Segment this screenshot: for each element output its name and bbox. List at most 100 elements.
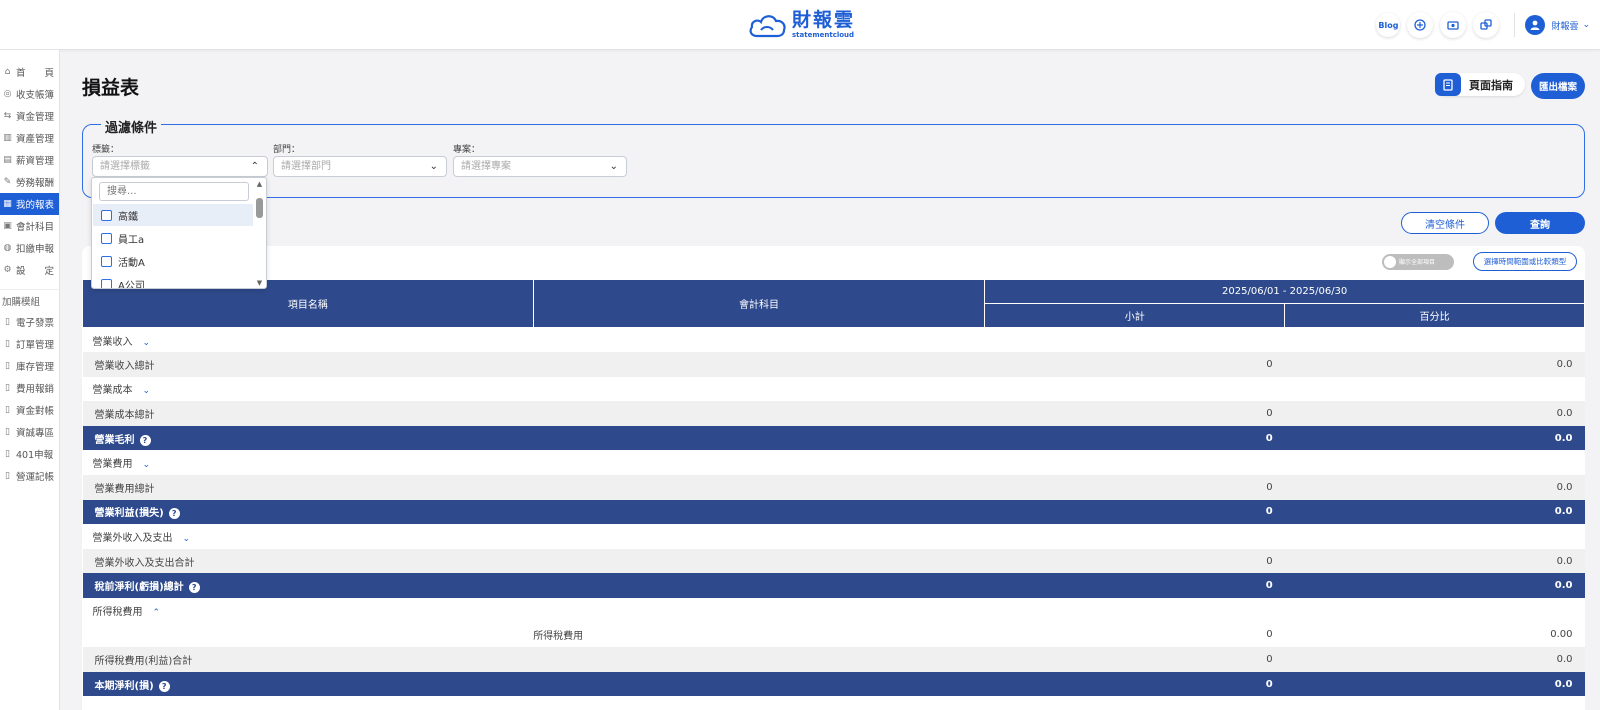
scroll-thumb[interactable] — [256, 198, 263, 218]
sidebar-item[interactable]: ◍ 扣繳申報 — [0, 237, 59, 259]
department-select[interactable]: 請選擇部門 ⌄ — [273, 156, 447, 177]
percent-cell: 0.0 — [1284, 548, 1585, 574]
account-cell: 所得稅費用 — [533, 622, 985, 648]
top-bar: 財報雲 statementcloud Blog 財報雲 ⌄ — [0, 0, 1600, 50]
sidebar-item[interactable]: ▣ 會計科目 — [0, 215, 59, 237]
chevron-down-icon[interactable]: ⌄ — [143, 386, 151, 396]
checkbox[interactable] — [101, 255, 112, 267]
report-row[interactable]: 營業外收入及支出 ⌄ — [82, 524, 1585, 549]
subtotal-cell: 0 — [984, 425, 1285, 451]
addon-item[interactable]: ▯ 資金對帳 — [0, 399, 59, 421]
chevron-down-icon[interactable]: ⌄ — [143, 338, 151, 348]
addon-item-label: 庫存管理 — [16, 362, 55, 373]
help-icon[interactable]: ? — [139, 434, 151, 446]
chevron-down-icon: ⌄ — [1582, 20, 1590, 30]
query-button[interactable]: 查詢 — [1495, 212, 1585, 234]
report-row[interactable]: 營業費用 ⌄ — [82, 450, 1585, 476]
toggle-knob — [1384, 256, 1396, 268]
account-name: 所得稅費用 — [533, 631, 584, 643]
user-name: 財報雲 — [1551, 21, 1579, 32]
tag-select[interactable]: 請選擇標籤 ⌃ — [92, 156, 268, 177]
report-icon: ▦ — [3, 199, 12, 209]
addon-item[interactable]: ▯ 資誠專區 — [0, 421, 59, 443]
tag-option[interactable]: 高鐵 — [93, 204, 253, 226]
help-icon[interactable]: ? — [168, 508, 180, 520]
percent-cell: 0.0 — [1284, 671, 1585, 697]
sidebar-item-label: 勞務報酬 — [16, 178, 55, 189]
addon-item[interactable]: ▯ 訂單管理 — [0, 333, 59, 355]
account-cell — [533, 376, 985, 402]
item-name-cell: 營業利益(損失)? — [82, 499, 534, 525]
scroll-up-icon[interactable]: ▲ — [255, 180, 264, 188]
addon-item[interactable]: ▯ 電子發票 — [0, 311, 59, 333]
module-icon: ▯ — [5, 405, 10, 415]
dropdown-search-input[interactable]: 搜尋... — [99, 182, 249, 201]
subtotal-cell — [984, 524, 1285, 549]
account-cell — [533, 598, 985, 623]
chevron-down-icon[interactable]: ⌄ — [183, 534, 191, 544]
user-menu[interactable]: 財報雲 ⌄ — [1514, 13, 1600, 37]
item-name-cell: 所得稅費用(利益)合計 — [82, 647, 534, 672]
account-cell — [533, 671, 985, 697]
tag-option[interactable]: A公司 — [93, 273, 253, 288]
sidebar-item-label: 首 頁 — [16, 68, 55, 79]
help-icon[interactable]: ? — [188, 582, 200, 594]
addon-item[interactable]: ▯ 庫存管理 — [0, 355, 59, 377]
tag-option-label: 員工a — [118, 234, 145, 246]
percent-cell — [1284, 376, 1585, 402]
date-range-button[interactable]: 選擇時間範圍或比較類型 — [1473, 252, 1577, 271]
chevron-down-icon[interactable]: ⌄ — [143, 460, 151, 470]
logo-name: 財報雲 — [792, 9, 856, 31]
sidebar-item[interactable]: ▤ 薪資管理 — [0, 149, 59, 171]
dropdown-scrollbar[interactable]: ▲ ▼ — [255, 180, 264, 287]
report-row[interactable]: 營業成本 ⌄ — [82, 376, 1585, 402]
help-icon[interactable]: ? — [158, 680, 170, 692]
report-row[interactable]: 營業收入 ⌄ — [82, 327, 1585, 353]
checkbox[interactable] — [101, 278, 112, 288]
page-guide-button[interactable]: 頁面指南 — [1435, 73, 1525, 96]
sidebar-item[interactable]: ▦ 我的報表 — [0, 193, 59, 215]
addon-item-label: 費用報銷 — [16, 384, 55, 395]
tag-option[interactable]: 員工a — [93, 227, 253, 249]
report-row: 稅前淨利(虧損)總計? 0 0.0 — [82, 573, 1585, 599]
report-row[interactable]: 所得稅費用 ⌃ — [82, 598, 1585, 623]
sidebar-item[interactable]: ▥ 資產管理 — [0, 127, 59, 149]
checkbox[interactable] — [101, 209, 112, 221]
addon-item[interactable]: ▯ 401申報 — [0, 443, 59, 465]
show-all-toggle[interactable]: 顯示全部項目 — [1382, 254, 1454, 270]
percent-cell: 0.00 — [1284, 622, 1585, 648]
billing-icon[interactable] — [1440, 12, 1467, 38]
sidebar-item[interactable]: ✎ 勞務報酬 — [0, 171, 59, 193]
scroll-down-icon[interactable]: ▼ — [255, 279, 264, 287]
tag-placeholder: 請選擇標籤 — [100, 161, 150, 172]
subtotal-cell: 0 — [984, 622, 1285, 648]
project-select[interactable]: 請選擇專案 ⌄ — [453, 156, 627, 177]
sidebar-item[interactable]: ⇆ 資金管理 — [0, 105, 59, 127]
item-name: 稅前淨利(虧損)總計 — [94, 582, 184, 594]
sidebar-item[interactable]: ⌂ 首 頁 — [0, 61, 59, 83]
sidebar-item[interactable]: ◎ 收支帳簿 — [0, 83, 59, 105]
item-name-cell: 營業成本 ⌄ — [82, 376, 534, 402]
account-cell — [533, 573, 985, 599]
item-name: 營業收入總計 — [94, 360, 155, 372]
clear-filters-button[interactable]: 清空條件 — [1401, 212, 1489, 234]
module-icon: ▯ — [5, 383, 10, 393]
toggle-label: 顯示全部項目 — [1399, 259, 1436, 266]
blog-button[interactable]: Blog — [1376, 13, 1401, 37]
sidebar-item[interactable]: ⚙ 設 定 — [0, 259, 59, 281]
chevron-up-icon[interactable]: ⌃ — [153, 608, 161, 618]
export-button[interactable]: 匯出檔案 — [1531, 73, 1585, 99]
tag-option[interactable]: 活動A — [93, 250, 253, 272]
switch-icon[interactable] — [1473, 12, 1500, 38]
addon-item[interactable]: ▯ 費用報銷 — [0, 377, 59, 399]
statementcloud-logo[interactable]: 財報雲 statementcloud — [748, 6, 855, 44]
account-cell — [533, 450, 985, 476]
checkbox[interactable] — [101, 232, 112, 244]
subtotal-cell: 0 — [984, 352, 1285, 377]
logo-subtitle: statementcloud — [792, 31, 855, 39]
support-icon[interactable] — [1407, 12, 1434, 38]
item-name: 本期淨利(損) — [94, 680, 154, 692]
addon-item[interactable]: ▯ 營運記帳 — [0, 465, 59, 487]
account-cell — [533, 548, 985, 574]
percent-cell — [1284, 524, 1585, 549]
